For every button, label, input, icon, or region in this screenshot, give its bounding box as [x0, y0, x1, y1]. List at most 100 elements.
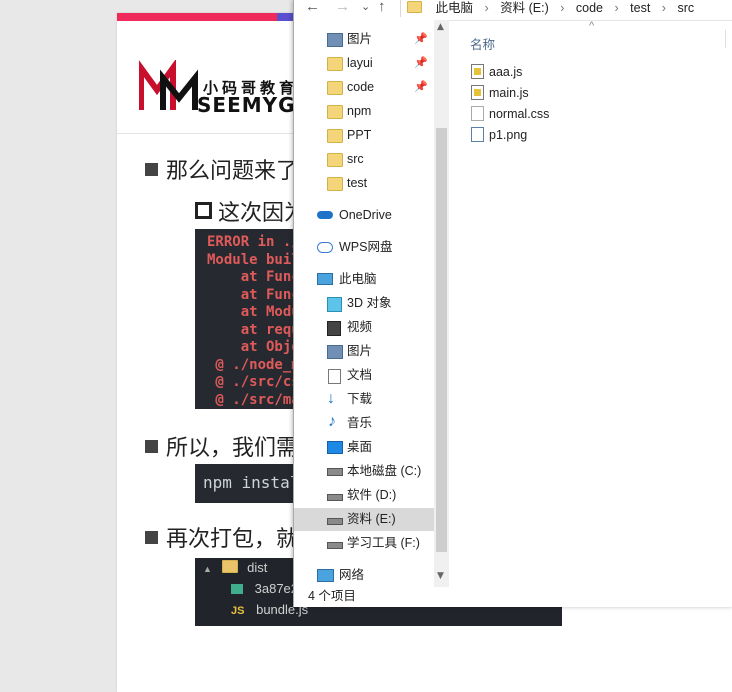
tree-row-dist: ▲ dist: [203, 560, 268, 575]
chevron-right-icon: ›: [484, 1, 489, 15]
sort-ascending-icon: ^: [589, 20, 595, 32]
drive-icon: [327, 494, 343, 501]
scrollbar-thumb[interactable]: [436, 128, 447, 552]
navigation-pane: 图片 📌 layui 📌 code 📌 npm PPT src test One…: [294, 20, 434, 587]
js-file-icon: [471, 85, 484, 100]
nav-item-drive-c[interactable]: 本地磁盘 (C:): [294, 460, 434, 483]
code-block-npm: npm install: [195, 464, 295, 503]
nav-item-code[interactable]: code 📌: [294, 76, 434, 99]
folder-icon: [327, 105, 343, 119]
nav-item-music[interactable]: ♪ 音乐: [294, 412, 434, 435]
breadcrumb-item-test[interactable]: test: [630, 1, 650, 15]
js-file-icon: JS: [231, 605, 245, 617]
document-icon: [328, 369, 341, 384]
image-file-icon: [231, 584, 243, 594]
file-item-main-js[interactable]: main.js: [471, 83, 529, 103]
nav-item-layui[interactable]: layui 📌: [294, 52, 434, 75]
drive-icon: [327, 468, 343, 476]
expand-triangle-icon: ▲: [203, 564, 212, 574]
pin-icon[interactable]: 📌: [414, 28, 428, 51]
breadcrumb-item-code[interactable]: code: [576, 1, 603, 15]
nav-item-ppt[interactable]: PPT: [294, 124, 434, 147]
nav-item-wps-cloud[interactable]: WPS网盘: [294, 236, 434, 259]
js-file-icon: [471, 64, 484, 79]
column-divider[interactable]: [725, 30, 726, 48]
file-item-aaa-js[interactable]: aaa.js: [471, 62, 522, 82]
video-icon: [327, 321, 341, 336]
file-explorer-window: ← → ⌄ ↑ 此电脑 › 资料 (E:) › code › test › sr…: [293, 0, 732, 607]
code-line: npm install: [203, 473, 295, 492]
cloud-icon: [317, 211, 333, 219]
chevron-right-icon: ›: [661, 1, 666, 15]
file-item-normal-css[interactable]: normal.css: [471, 104, 549, 124]
chevron-right-icon: ›: [560, 1, 565, 15]
code-line: @ ./src/css/normal.css: [215, 374, 295, 390]
code-line: Module build failed: [207, 251, 295, 268]
pin-icon[interactable]: 📌: [414, 76, 428, 99]
drive-icon: [327, 518, 343, 525]
breadcrumb-item-drive-e[interactable]: 资料 (E:): [500, 1, 549, 15]
cube-icon: [327, 297, 342, 312]
nav-item-src[interactable]: src: [294, 148, 434, 171]
folder-icon: [221, 560, 238, 573]
pictures-icon: [327, 345, 343, 359]
slide-sub-bullet-1: 这次因为: [195, 195, 306, 227]
pin-icon[interactable]: 📌: [414, 52, 428, 75]
folder-icon: [327, 57, 343, 71]
folder-icon: [327, 81, 343, 95]
folder-icon: [407, 1, 422, 13]
breadcrumb-item-src[interactable]: src: [677, 1, 694, 15]
nav-item-drive-d[interactable]: 软件 (D:): [294, 484, 434, 507]
computer-icon: [317, 273, 333, 285]
chevron-right-icon: ›: [614, 1, 619, 15]
tree-row-image: 3a87e2: [231, 581, 298, 596]
nav-item-drive-f[interactable]: 学习工具 (F:): [294, 532, 434, 555]
file-list-pane: ^ 名称 aaa.js main.js normal.css p1.png: [449, 20, 732, 587]
back-arrow-icon[interactable]: ←: [305, 0, 320, 15]
nav-item-this-pc[interactable]: 此电脑: [294, 268, 434, 291]
file-item-p1-png[interactable]: p1.png: [471, 125, 527, 145]
item-count: 4 个项目: [308, 589, 356, 603]
pictures-icon: [327, 33, 343, 47]
nav-item-3d-objects[interactable]: 3D 对象: [294, 292, 434, 315]
nav-item-desktop[interactable]: 桌面: [294, 436, 434, 459]
nav-pane-scrollbar[interactable]: ▲ ▼: [434, 20, 449, 587]
forward-arrow-icon[interactable]: →: [335, 0, 350, 15]
nav-item-pictures-quick[interactable]: 图片 📌: [294, 28, 434, 51]
scroll-down-icon[interactable]: ▼: [437, 571, 444, 581]
code-line: at require: [240, 321, 295, 338]
music-icon: ♪: [328, 413, 336, 430]
column-header-name[interactable]: 名称: [470, 34, 495, 53]
css-file-icon: [471, 106, 484, 121]
status-bar: 4 个项目: [294, 587, 732, 607]
desktop-icon: [327, 441, 343, 454]
code-line: @ ./src/main.js: [215, 391, 295, 408]
code-line: at Module: [240, 304, 295, 320]
nav-item-onedrive[interactable]: OneDrive: [294, 204, 434, 227]
folder-icon: [327, 153, 343, 167]
nav-item-network[interactable]: 网络: [294, 564, 434, 587]
address-bar: ← → ⌄ ↑ 此电脑 › 资料 (E:) › code › test › sr…: [294, 0, 732, 21]
download-icon: ↓: [327, 390, 335, 407]
breadcrumb-item-this-pc[interactable]: 此电脑: [435, 1, 473, 15]
nav-item-downloads[interactable]: ↓ 下载: [294, 388, 434, 411]
nav-item-documents[interactable]: 文档: [294, 364, 434, 387]
code-line: ERROR in ./src/css/normal.css: [207, 234, 295, 250]
code-line: at Function: [240, 269, 295, 285]
nav-item-drive-e[interactable]: 资料 (E:): [294, 508, 434, 531]
wps-cloud-icon: [317, 242, 333, 253]
png-file-icon: [471, 127, 484, 142]
scroll-up-icon[interactable]: ▲: [437, 22, 444, 32]
nav-item-test[interactable]: test: [294, 172, 434, 195]
network-icon: [317, 569, 334, 582]
up-arrow-icon[interactable]: ↑: [378, 0, 386, 15]
nav-item-pictures[interactable]: 图片: [294, 340, 434, 363]
code-line: at Function: [240, 286, 295, 303]
recent-dropdown-icon[interactable]: ⌄: [361, 0, 370, 13]
folder-icon: [327, 177, 343, 191]
code-line: at Object: [240, 339, 295, 355]
nav-item-videos[interactable]: 视频: [294, 316, 434, 339]
folder-icon: [327, 129, 343, 143]
code-block-error: ERROR in ./src/css/normal.css Module bui…: [195, 229, 295, 409]
nav-item-npm[interactable]: npm: [294, 100, 434, 123]
